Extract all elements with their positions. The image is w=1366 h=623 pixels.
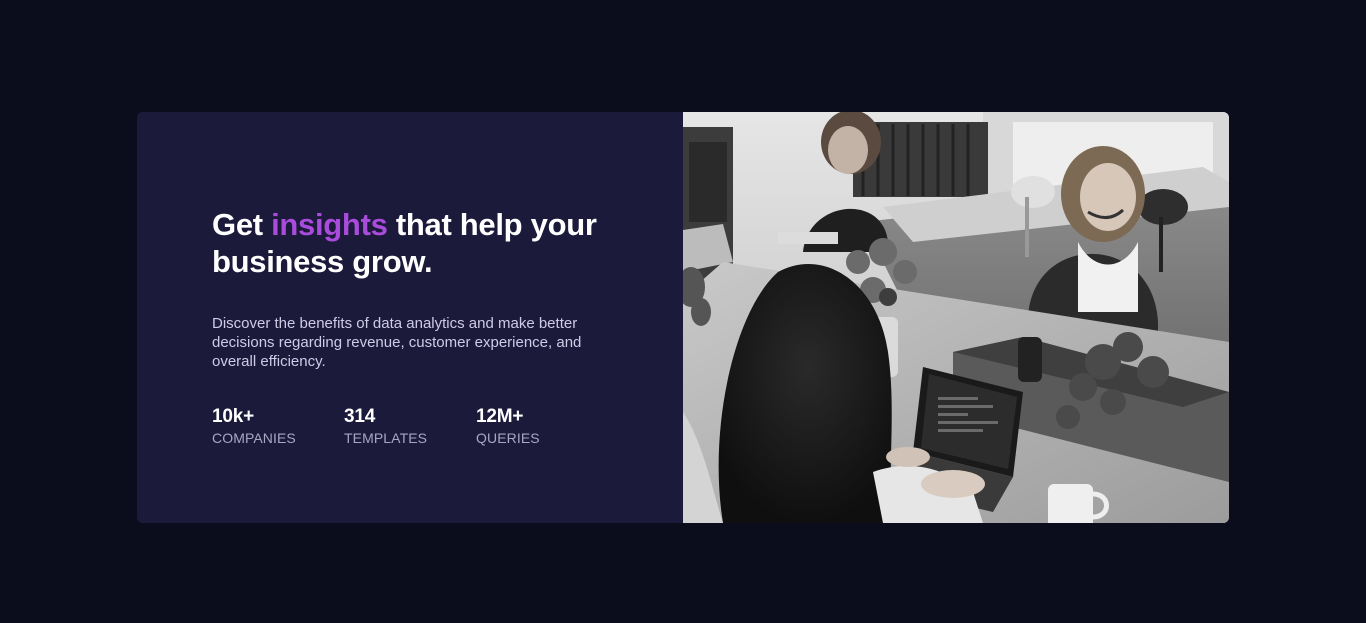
headline-accent-word: insights: [271, 207, 388, 242]
stat-value: 10k+: [212, 406, 254, 427]
description: Discover the benefits of data analytics …: [212, 315, 582, 370]
card-content: Get insights that help your business gro…: [137, 112, 683, 523]
stat-value: 314: [344, 406, 376, 427]
stat-label: TEMPLATES: [344, 430, 428, 446]
headline-text-start: Get: [212, 207, 272, 242]
office-photo-illustration: [683, 112, 1229, 523]
stat-value: 12M+: [476, 406, 524, 427]
headline: Get insights that help your business gro…: [212, 206, 632, 280]
stat-templates: 314 TEMPLATES: [344, 406, 476, 447]
insights-card: Get insights that help your business gro…: [137, 112, 1229, 523]
stat-label: QUERIES: [476, 430, 540, 446]
stat-label: COMPANIES: [212, 430, 296, 446]
stats-row: 10k+ COMPANIES 314 TEMPLATES 12M+ QUERIE…: [212, 406, 576, 447]
stat-companies: 10k+ COMPANIES: [212, 406, 344, 447]
office-team-photo: [683, 112, 1229, 523]
stat-queries: 12M+ QUERIES: [476, 406, 576, 447]
